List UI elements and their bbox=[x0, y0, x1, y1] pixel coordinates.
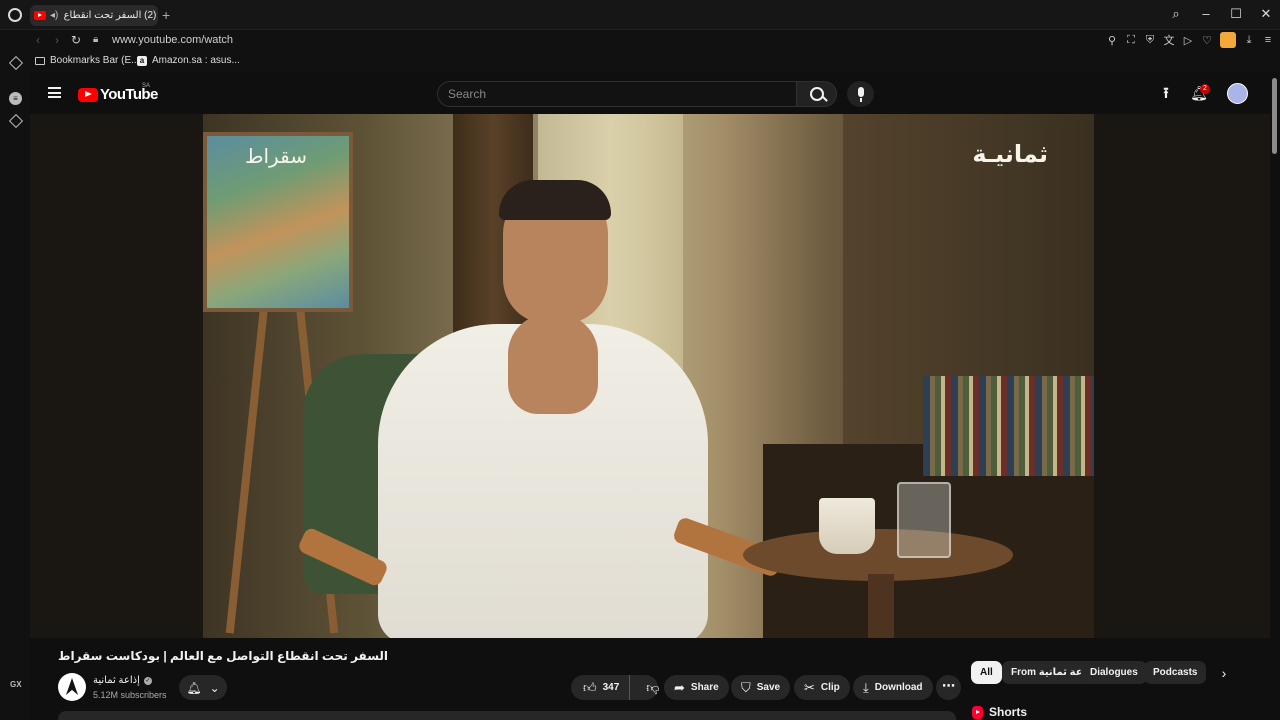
chip-podcasts[interactable]: Podcasts bbox=[1144, 661, 1207, 684]
bell-icon: 🔔︎ bbox=[186, 680, 202, 695]
video-watermark-right: ثمانيـة bbox=[972, 140, 1048, 168]
bookmark-label: Bookmarks Bar (E... bbox=[50, 55, 140, 66]
page-scrollbar[interactable] bbox=[1270, 72, 1280, 720]
create-upload-icon[interactable]: ⭱ bbox=[1157, 85, 1175, 103]
workspace-icon[interactable] bbox=[8, 113, 24, 129]
amazon-icon: a bbox=[137, 55, 147, 66]
extension-toolbar: ⚲ ⛶ ⛨ 文 ▷ ♡ ⤓ ≡ bbox=[1106, 32, 1274, 48]
scene-easel bbox=[225, 304, 269, 634]
folder-icon bbox=[35, 56, 45, 65]
reload-icon[interactable]: ↻ bbox=[71, 33, 81, 47]
back-icon[interactable]: ‹ bbox=[36, 33, 40, 47]
bookmarks-bar: Bookmarks Bar (E... a Amazon.sa : asus..… bbox=[0, 52, 1280, 72]
tab-title: (2) السفر تحت انقطاع الت... bbox=[62, 10, 157, 21]
shield-icon[interactable]: ⛨ bbox=[1144, 34, 1156, 47]
messenger-icon[interactable]: ≡ bbox=[9, 92, 22, 105]
translate-icon[interactable]: 文 bbox=[1163, 32, 1175, 48]
bookmark-amazon[interactable]: a Amazon.sa : asus... bbox=[137, 55, 240, 66]
thumbs-up-icon: 👍︎ bbox=[583, 679, 597, 695]
search-input[interactable] bbox=[438, 82, 768, 106]
play-icon[interactable]: ▷ bbox=[1182, 34, 1194, 47]
shorts-icon bbox=[972, 705, 983, 719]
description-box[interactable] bbox=[58, 711, 956, 720]
scene-person-hair bbox=[499, 180, 611, 220]
chip-all[interactable]: All bbox=[971, 661, 1002, 684]
subscription-bell-button[interactable]: 🔔︎ ⌄ bbox=[179, 675, 227, 700]
browser-tab-bar: ◂) (2) السفر تحت انقطاع الت... + ⌕ – ☐ ✕ bbox=[0, 0, 1280, 30]
download-label: Download bbox=[874, 682, 923, 693]
like-button[interactable]: 👍︎ 347 bbox=[571, 675, 631, 700]
url-field[interactable]: www.youtube.com/watch bbox=[112, 34, 233, 46]
window-controls: ⌕ – ☐ ✕ bbox=[1168, 6, 1274, 22]
address-bar: ‹ › ↻ 🔒︎ www.youtube.com/watch ⚲ ⛶ ⛨ 文 ▷… bbox=[0, 30, 1280, 52]
verified-check-icon: ✓ bbox=[143, 676, 152, 685]
scene-hands bbox=[508, 314, 598, 414]
thumbs-down-icon: 👎︎ bbox=[646, 679, 660, 695]
more-actions-button[interactable]: ⋯ bbox=[936, 675, 961, 700]
gx-label[interactable]: GX bbox=[10, 680, 22, 689]
close-icon[interactable]: ✕ bbox=[1258, 6, 1274, 22]
notification-badge: 2 bbox=[1200, 84, 1210, 94]
menu-icon[interactable]: ≡ bbox=[1262, 34, 1274, 46]
search-button[interactable] bbox=[796, 81, 837, 107]
video-frame[interactable]: سقراط ثمانيـة bbox=[203, 114, 1094, 638]
bookmark-icon: ⛉ bbox=[741, 679, 751, 695]
lock-icon[interactable]: 🔒︎ bbox=[93, 34, 98, 45]
minimize-icon[interactable]: – bbox=[1198, 6, 1214, 22]
share-button[interactable]: ➦ Share bbox=[664, 675, 729, 700]
youtube-favicon-icon bbox=[34, 11, 46, 20]
chevron-right-icon[interactable]: › bbox=[1214, 662, 1234, 684]
guide-menu-icon[interactable] bbox=[48, 87, 61, 98]
channel-name[interactable]: إذاعة ثمانية ✓ bbox=[93, 675, 152, 686]
snapshot-icon[interactable]: ⛶ bbox=[1125, 34, 1137, 47]
opera-sidebar: ≡ bbox=[0, 52, 30, 720]
extension-icon[interactable] bbox=[1220, 32, 1236, 48]
clip-button[interactable]: ✂ Clip bbox=[794, 675, 850, 700]
pin-icon[interactable]: ⚲ bbox=[1106, 34, 1118, 47]
scene-table-leg bbox=[868, 574, 894, 638]
forward-icon[interactable]: › bbox=[55, 33, 59, 47]
search-tabs-icon[interactable]: ⌕ bbox=[1168, 6, 1184, 22]
shorts-section-header: Shorts bbox=[972, 705, 1027, 719]
subscriber-count: 5.12M subscribers bbox=[93, 690, 167, 700]
bookmark-label: Amazon.sa : asus... bbox=[152, 55, 240, 66]
share-label: Share bbox=[690, 682, 719, 693]
like-dislike-group: 👍︎ 347 👎︎ bbox=[571, 675, 660, 700]
country-code: SA bbox=[142, 83, 151, 89]
video-watermark-left: سقراط bbox=[245, 144, 307, 168]
scene-cup bbox=[819, 498, 875, 554]
clip-label: Clip bbox=[820, 682, 840, 693]
bookmark-folder[interactable]: Bookmarks Bar (E... bbox=[35, 55, 139, 66]
youtube-play-icon bbox=[78, 87, 98, 102]
channel-name-text: إذاعة ثمانية bbox=[93, 675, 140, 686]
heart-icon[interactable]: ♡ bbox=[1201, 34, 1213, 47]
scissors-icon: ✂ bbox=[804, 679, 815, 695]
video-title: السفر تحت انقطاع التواصل مع العالم | بود… bbox=[58, 649, 389, 663]
channel-avatar[interactable] bbox=[58, 673, 86, 701]
shorts-label: Shorts bbox=[989, 705, 1028, 719]
opera-logo-icon[interactable] bbox=[8, 8, 22, 22]
scene-glass bbox=[897, 482, 951, 558]
new-tab-plus-icon[interactable]: + bbox=[162, 7, 170, 23]
voice-search-mic-icon[interactable] bbox=[847, 81, 874, 107]
browser-tab[interactable]: ◂) (2) السفر تحت انقطاع الت... bbox=[30, 5, 158, 26]
share-arrow-icon: ➦ bbox=[674, 679, 685, 695]
maximize-icon[interactable]: ☐ bbox=[1228, 6, 1244, 22]
chevron-down-icon: ⌄ bbox=[209, 680, 220, 695]
scrollbar-thumb[interactable] bbox=[1272, 78, 1277, 154]
download-button[interactable]: ⤓ Download bbox=[853, 675, 933, 700]
download-arrow-icon: ⤓ bbox=[863, 679, 869, 695]
account-avatar[interactable] bbox=[1227, 83, 1248, 104]
scene-bookshelf bbox=[923, 376, 1094, 476]
youtube-logo[interactable]: YouTube SA bbox=[78, 83, 158, 103]
search-box bbox=[437, 81, 797, 107]
like-count: 347 bbox=[602, 682, 620, 693]
aria-icon[interactable] bbox=[8, 55, 24, 71]
chip-dialogues[interactable]: Dialogues bbox=[1081, 661, 1147, 684]
save-button[interactable]: ⛉ Save bbox=[731, 675, 791, 700]
save-label: Save bbox=[756, 682, 781, 693]
speaker-icon[interactable]: ◂) bbox=[50, 10, 58, 21]
download-icon[interactable]: ⤓ bbox=[1243, 34, 1255, 47]
